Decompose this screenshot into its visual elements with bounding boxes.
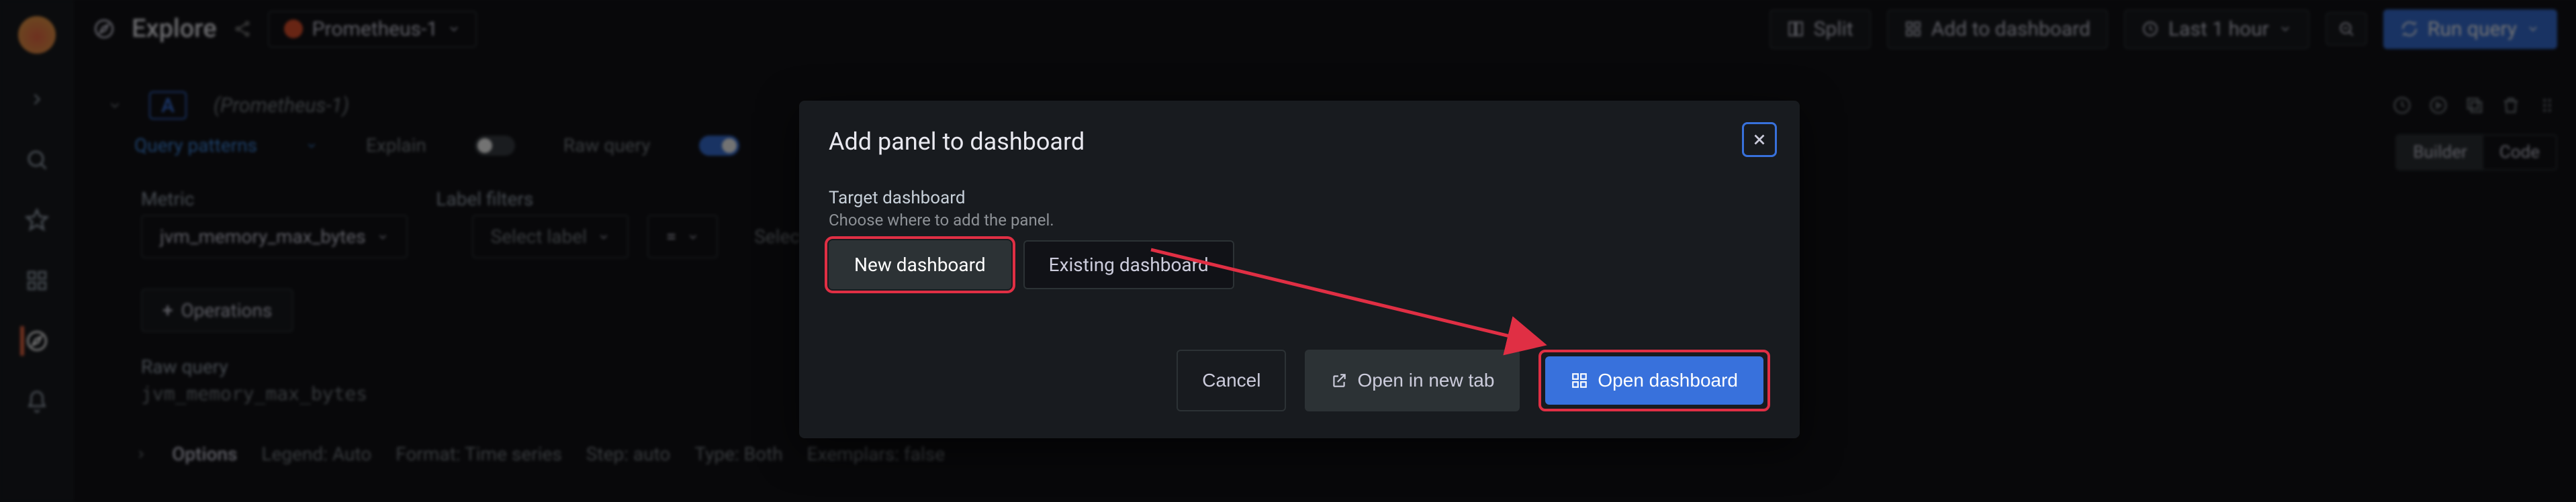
- field-labels-row: Metric Label filters: [141, 188, 533, 210]
- search-icon[interactable]: [22, 145, 52, 174]
- open-in-new-tab-label: Open in new tab: [1357, 370, 1494, 391]
- label-filters-label: Label filters: [436, 188, 533, 210]
- datasource-picker[interactable]: Prometheus-1: [268, 11, 477, 48]
- query-datasource-hint: (Prometheus-1): [214, 94, 349, 117]
- open-in-new-tab-button[interactable]: Open in new tab: [1305, 350, 1520, 411]
- add-panel-modal: Add panel to dashboard Target dashboard …: [799, 101, 1800, 438]
- time-range-picker[interactable]: Last 1 hour: [2124, 9, 2309, 49]
- apps-icon[interactable]: [22, 266, 52, 295]
- raw-query-label: Raw query: [563, 134, 651, 156]
- label-op-select[interactable]: =: [647, 215, 718, 258]
- mode-builder[interactable]: Builder: [2397, 136, 2483, 169]
- chevron-down-icon: [377, 231, 389, 243]
- chevron-down-icon: [447, 22, 461, 36]
- mode-code[interactable]: Code: [2483, 136, 2556, 169]
- close-button[interactable]: [1742, 122, 1777, 157]
- query-letter-badge[interactable]: A: [149, 91, 187, 119]
- modal-title: Add panel to dashboard: [829, 128, 1770, 156]
- compass-icon: [93, 17, 116, 40]
- target-dashboard-label: Target dashboard: [829, 188, 1770, 208]
- time-range-label: Last 1 hour: [2168, 17, 2269, 41]
- options-format: Format: Time series: [396, 443, 562, 465]
- star-icon[interactable]: [22, 205, 52, 235]
- raw-query-header: Raw query: [141, 356, 228, 378]
- field-controls-row: jvm_memory_max_bytes Select label = Sele…: [141, 215, 872, 258]
- remove-query-icon[interactable]: [2501, 95, 2521, 115]
- add-to-dashboard-label: Add to dashboard: [1931, 17, 2090, 41]
- apps-icon: [1571, 372, 1588, 389]
- compass-icon[interactable]: [20, 326, 50, 356]
- zoom-out-button[interactable]: [2326, 12, 2367, 46]
- label-name-placeholder: Select label: [491, 225, 587, 248]
- main-sidebar: [0, 0, 74, 502]
- option-existing-dashboard[interactable]: Existing dashboard: [1023, 240, 1234, 289]
- disable-query-icon[interactable]: [2428, 95, 2448, 115]
- grafana-logo-icon[interactable]: [18, 16, 56, 54]
- query-history-icon[interactable]: [2392, 95, 2412, 115]
- split-label: Split: [1814, 17, 1853, 41]
- run-query-label: Run query: [2428, 17, 2517, 41]
- page-title: Explore: [132, 14, 217, 44]
- chevron-down-icon: [306, 140, 318, 152]
- open-dashboard-label: Open dashboard: [1598, 370, 1738, 391]
- explore-topbar: Explore Prometheus-1 Split Add to dashbo…: [74, 0, 2576, 58]
- metric-value: jvm_memory_max_bytes: [160, 225, 366, 248]
- apps-icon: [1904, 20, 1922, 38]
- split-button[interactable]: Split: [1769, 9, 1871, 49]
- share-icon[interactable]: [233, 19, 252, 38]
- open-dashboard-button[interactable]: Open dashboard: [1545, 356, 1763, 405]
- raw-query-text: jvm_memory_max_bytes: [141, 383, 367, 405]
- chevron-right-icon: [134, 448, 148, 461]
- operations-label: Operations: [181, 299, 272, 321]
- search-minus-icon: [2338, 20, 2355, 38]
- query-patterns-link[interactable]: Query patterns: [134, 134, 257, 156]
- sync-icon: [2401, 20, 2418, 38]
- raw-query-toggle[interactable]: [699, 136, 739, 156]
- label-op: =: [666, 225, 676, 248]
- target-dashboard-options: New dashboard Existing dashboard: [829, 240, 1770, 289]
- chevron-down-icon: [2279, 22, 2292, 36]
- operations-button[interactable]: + Operations: [141, 289, 293, 332]
- option-new-dashboard[interactable]: New dashboard: [829, 240, 1011, 289]
- target-dashboard-desc: Choose where to add the panel.: [829, 211, 1770, 230]
- modal-footer: Cancel Open in new tab Open dashboard: [829, 350, 1770, 411]
- close-icon: [1751, 131, 1768, 148]
- options-legend: Legend: Auto: [261, 443, 371, 465]
- drag-handle-icon[interactable]: [2537, 95, 2557, 115]
- explain-label: Explain: [366, 134, 426, 156]
- add-to-dashboard-button[interactable]: Add to dashboard: [1887, 9, 2108, 49]
- metric-label: Metric: [141, 188, 194, 210]
- chevron-down-icon[interactable]: [107, 98, 122, 113]
- options-exemplars: Exemplars: false: [807, 443, 945, 465]
- datasource-name: Prometheus-1: [312, 17, 439, 41]
- expand-sidebar-icon[interactable]: [22, 85, 52, 114]
- chevron-down-icon: [687, 231, 699, 243]
- label-name-select[interactable]: Select label: [472, 215, 629, 258]
- prometheus-logo-icon: [284, 19, 303, 38]
- clock-icon: [2142, 20, 2159, 38]
- query-options-row: Query patterns Explain Raw query: [134, 134, 739, 156]
- editor-mode-segment: Builder Code: [2395, 134, 2557, 170]
- options-type: Type: Both: [694, 443, 782, 465]
- duplicate-query-icon[interactable]: [2465, 95, 2485, 115]
- query-row-toolbar: [2392, 81, 2557, 130]
- options-word: Options: [172, 443, 237, 465]
- chevron-down-icon: [598, 231, 610, 243]
- options-step: Step: auto: [586, 443, 671, 465]
- explain-toggle[interactable]: [475, 136, 515, 156]
- options-collapse-row[interactable]: Options Legend: Auto Format: Time series…: [134, 443, 945, 465]
- bell-icon[interactable]: [22, 387, 52, 416]
- run-query-button[interactable]: Run query: [2383, 9, 2557, 49]
- external-link-icon: [1330, 372, 1348, 389]
- cancel-button[interactable]: Cancel: [1177, 350, 1286, 411]
- metric-select[interactable]: jvm_memory_max_bytes: [141, 215, 408, 258]
- columns-icon: [1787, 20, 1804, 38]
- chevron-down-icon: [2526, 22, 2540, 36]
